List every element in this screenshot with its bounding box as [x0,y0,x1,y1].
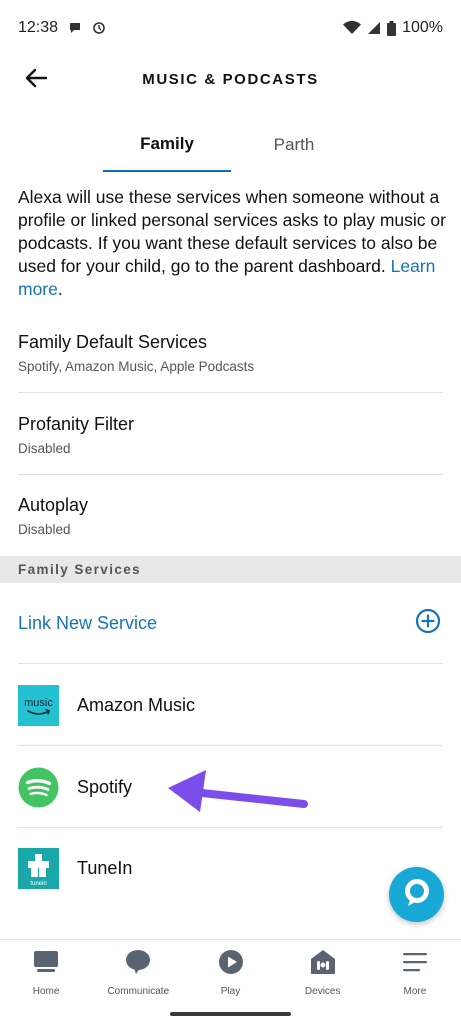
home-indicator[interactable] [170,1012,291,1016]
arrow-left-icon [25,68,48,93]
setting-subtitle: Disabled [18,522,71,537]
signal-icon [367,21,381,35]
setting-subtitle: Spotify, Amazon Music, Apple Podcasts [18,359,255,374]
bottom-nav: Home Communicate Play Devices More [0,939,461,1001]
plus-circle-icon[interactable] [415,608,441,639]
intro-suffix: . [57,279,63,299]
setting-title: Family Default Services [18,332,208,352]
tab-family[interactable]: Family [103,118,231,172]
nav-label: Play [220,986,241,997]
service-tunein[interactable]: tunein TuneIn [18,838,443,898]
divider [18,392,443,393]
link-new-service-button[interactable]: Link New Service [18,600,443,646]
divider [18,474,443,475]
nav-devices[interactable]: Devices [277,940,369,1001]
data-saver-icon [92,21,106,35]
amazon-music-logo: music [18,684,59,726]
status-time: 12:38 [18,19,59,36]
tunein-logo-text: tunein [30,881,46,887]
section-header-family-services: Family Services [0,556,461,583]
nav-label: Home [32,986,60,997]
status-right: 100% [343,19,443,37]
alexa-button[interactable] [389,867,444,922]
divider [18,827,443,828]
divider [18,663,443,664]
status-left: 12:38 [18,19,106,37]
wifi-icon [343,21,362,35]
spotify-logo [18,767,59,808]
service-name: Spotify [77,776,133,797]
setting-subtitle: Disabled [18,441,71,456]
divider [18,745,443,746]
play-icon [218,949,244,980]
speech-bubble-icon [125,949,151,980]
back-button[interactable] [22,66,50,94]
tunein-logo: tunein [18,847,59,889]
profile-tabs: Family Parth [0,118,461,172]
battery-icon [387,20,397,36]
setting-title: Profanity Filter [18,414,135,434]
nav-play[interactable]: Play [184,940,276,1001]
alexa-icon [401,876,433,913]
annotation-arrow-icon [168,770,308,812]
link-new-service-label: Link New Service [18,612,158,633]
nav-communicate[interactable]: Communicate [92,940,184,1001]
page-title: MUSIC & PODCASTS [142,70,319,88]
service-name: Amazon Music [77,694,196,715]
nav-label: Devices [304,986,341,997]
battery-percent: 100% [402,19,443,36]
service-name: TuneIn [77,857,133,878]
setting-family-default-services[interactable]: Family Default Services Spotify, Amazon … [18,330,443,374]
service-amazon-music[interactable]: music Amazon Music [18,675,443,735]
menu-icon [402,949,428,980]
nav-label: More [403,986,427,997]
setting-profanity-filter[interactable]: Profanity Filter Disabled [18,412,443,456]
intro-text: Alexa will use these services when someo… [18,187,446,276]
nav-more[interactable]: More [369,940,461,1001]
app-header: MUSIC & PODCASTS [0,56,461,102]
chat-bubble-icon [68,21,82,35]
setting-title: Autoplay [18,495,89,515]
setting-autoplay[interactable]: Autoplay Disabled [18,493,443,537]
devices-icon [310,949,336,980]
tab-parth[interactable]: Parth [230,118,358,172]
nav-label: Communicate [107,986,170,997]
nav-home[interactable]: Home [0,940,92,1001]
amazon-music-logo-text: music [24,697,53,709]
intro-description: Alexa will use these services when someo… [18,186,446,301]
status-bar: 12:38 100% [0,0,461,56]
home-icon [33,949,59,980]
